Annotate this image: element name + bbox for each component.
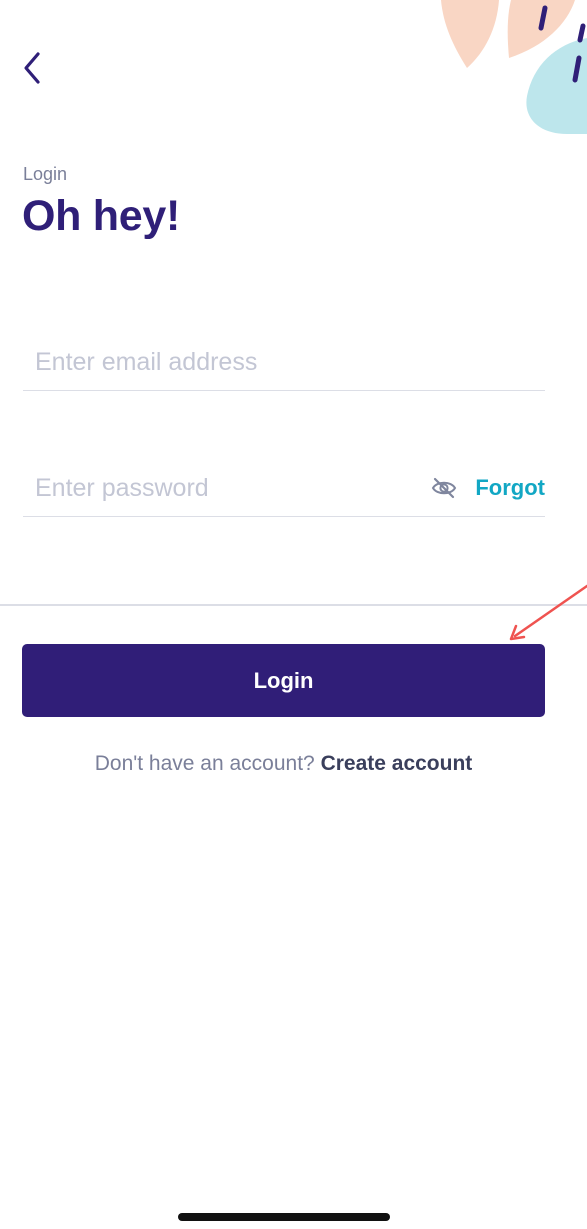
- chevron-left-icon: [24, 52, 40, 84]
- eye-off-icon: [432, 477, 457, 499]
- page-title: Oh hey!: [22, 192, 180, 240]
- signup-prompt: Don't have an account?: [94, 752, 315, 775]
- create-account-link[interactable]: Create account: [321, 752, 473, 775]
- signup-row: Don't have an account? Create account: [0, 752, 567, 776]
- section-divider: [0, 604, 587, 606]
- password-input[interactable]: [23, 460, 430, 516]
- home-indicator: [178, 1213, 390, 1221]
- email-field-container: [23, 334, 545, 391]
- email-input[interactable]: [23, 334, 545, 390]
- login-button[interactable]: Login: [22, 644, 545, 717]
- forgot-password-link[interactable]: Forgot: [475, 475, 545, 501]
- back-button[interactable]: [12, 46, 52, 90]
- annotation-arrow-icon: [509, 584, 587, 641]
- password-field-container: Forgot: [23, 460, 545, 517]
- password-visibility-toggle[interactable]: [429, 473, 459, 503]
- page-eyebrow: Login: [23, 164, 68, 184]
- decorative-shapes: [441, 0, 587, 134]
